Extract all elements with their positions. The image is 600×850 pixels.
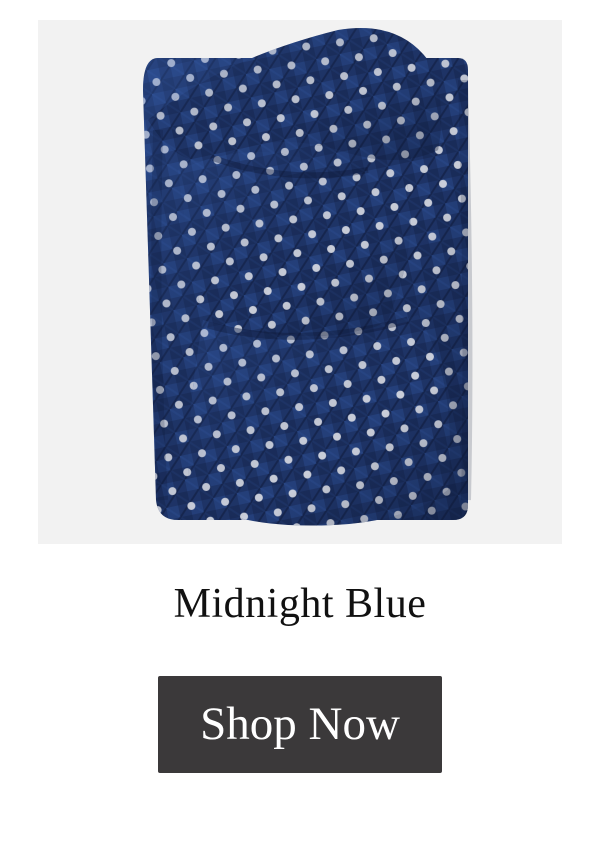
product-image[interactable]	[38, 20, 562, 544]
tie-illustration	[143, 28, 473, 526]
shop-now-button[interactable]: Shop Now	[158, 676, 442, 773]
product-name: Midnight Blue	[173, 581, 427, 627]
